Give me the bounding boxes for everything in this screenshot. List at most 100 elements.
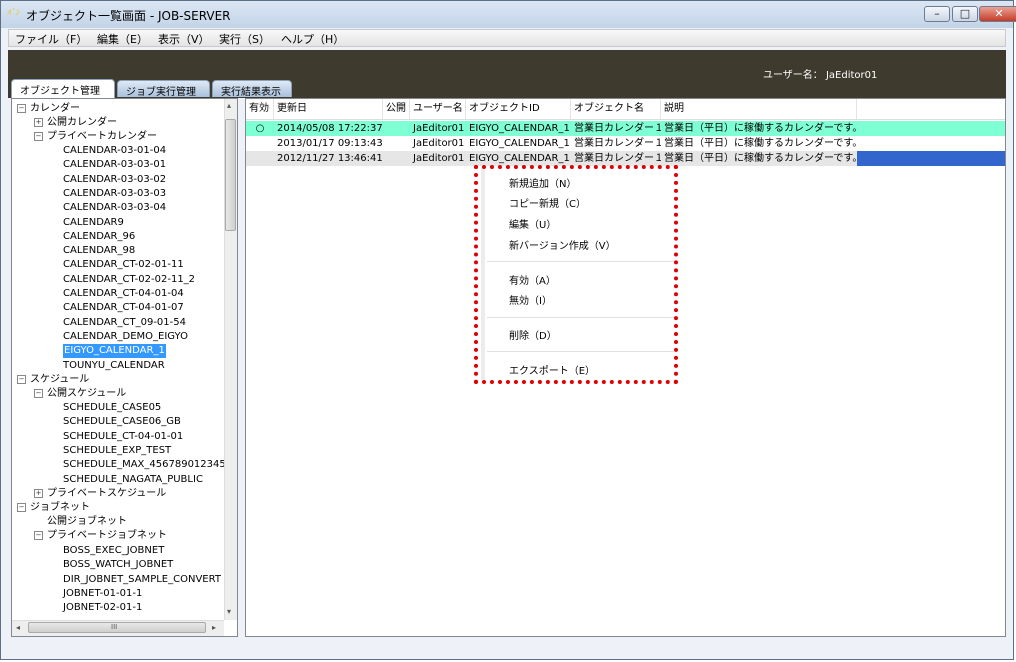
cell-id: EIGYO_CALENDAR_1 <box>469 123 570 134</box>
cell-public <box>383 151 410 166</box>
column-header-description[interactable]: 説明 <box>661 99 857 119</box>
tree-leaf[interactable]: SCHEDULE_NAGATA_PUBLIC <box>63 473 203 487</box>
table-row[interactable]: 2013/01/17 09:13:43 JaEditor01 EIGYO_CALEN… <box>246 136 1005 151</box>
tree-label: カレンダー <box>30 103 80 114</box>
object-tree[interactable]: − カレンダー + 公開カレンダー − プライベートカレンダー CALENDAR-03… <box>11 98 238 637</box>
collapse-icon[interactable]: − <box>34 131 43 141</box>
cell-valid <box>246 151 274 166</box>
cell-id: EIGYO_CALENDAR_1 <box>469 153 570 164</box>
scroll-left-icon[interactable]: ◂ <box>16 623 20 632</box>
tree-leaf[interactable]: BOSS_WATCH_JOBNET <box>63 558 173 572</box>
cell-desc: 営業日（平日）に稼働するカレンダーです。 <box>664 138 861 149</box>
column-header-valid[interactable]: 有効 <box>246 99 274 119</box>
tree-leaf[interactable]: CALENDAR_96 <box>63 230 135 244</box>
status-bar <box>8 640 1006 656</box>
tree-node-public-jobnet[interactable]: 公開ジョブネット <box>47 515 127 529</box>
tree-leaf[interactable]: SCHEDULE_EXP_TEST <box>63 444 171 458</box>
tree-leaf[interactable]: SCHEDULE_MAX_4567890123456 <box>63 458 232 472</box>
tree-leaf[interactable]: CALENDAR-03-03-02 <box>63 173 166 187</box>
tree-leaf[interactable]: SCHEDULE_CT-04-01-01 <box>63 430 183 444</box>
menu-file[interactable]: ファイル（F） <box>15 31 87 47</box>
tree-label: 公開カレンダー <box>47 117 117 128</box>
tab-job-execution[interactable]: ジョブ実行管理 <box>117 80 210 98</box>
tree-leaf[interactable]: TOUNYU_CALENDAR <box>63 359 165 373</box>
menu-edit[interactable]: 編集（E） <box>97 31 148 47</box>
tree-leaf[interactable]: SCHEDULE_CASE06_GB <box>63 415 181 429</box>
cell-updated: 2012/11/27 13:46:41 <box>277 153 383 164</box>
row-selection-bar <box>857 151 1005 166</box>
tree-leaf[interactable]: CALENDAR_CT_09-01-54 <box>63 316 186 330</box>
close-button[interactable]: ✕ <box>979 6 1016 22</box>
expand-icon[interactable]: + <box>34 488 43 498</box>
collapse-icon[interactable]: − <box>34 530 43 540</box>
window-title: オブジェクト一覧画面 - JOB-SERVER <box>26 9 231 23</box>
tree-leaf[interactable]: CALENDAR_CT-02-02-11_2 <box>63 273 195 287</box>
tree-node-private-schedule[interactable]: + プライベートスケジュール <box>34 487 166 501</box>
cell-user: JaEditor01 <box>413 153 465 164</box>
maximize-button[interactable]: □ <box>952 6 978 22</box>
tab-execution-results[interactable]: 実行結果表示 <box>212 80 292 98</box>
tree-leaf[interactable]: DIR_JOBNET_SAMPLE_CONVERT <box>63 573 221 587</box>
cell-public <box>383 121 410 136</box>
tree-node-public-calendar[interactable]: + 公開カレンダー <box>34 116 117 130</box>
scroll-up-icon[interactable]: ▴ <box>227 101 231 110</box>
expand-icon[interactable]: + <box>34 117 43 127</box>
tree-label: スケジュール <box>30 374 90 385</box>
cell-desc: 営業日（平日）に稼働するカレンダーです。 <box>664 153 861 164</box>
tree-leaf[interactable]: CALENDAR_98 <box>63 244 135 258</box>
collapse-icon[interactable]: − <box>17 374 26 384</box>
minimize-button[interactable]: – <box>924 6 950 22</box>
tree-node-private-calendar[interactable]: − プライベートカレンダー <box>34 130 157 144</box>
column-header-object-id[interactable]: オブジェクトID <box>466 99 571 119</box>
tree-node-calendar[interactable]: − カレンダー <box>17 102 80 116</box>
cell-updated: 2014/05/08 17:22:37 <box>277 123 383 134</box>
tree-leaf[interactable]: EIGYO_CALENDAR_1 <box>63 344 166 359</box>
tree-leaf[interactable]: SCHEDULE_CASE05 <box>63 401 161 415</box>
tab-object-management[interactable]: オブジェクト管理 <box>11 79 115 98</box>
collapse-icon[interactable]: − <box>17 103 26 113</box>
menu-view[interactable]: 表示（V） <box>158 31 210 47</box>
column-header-object-name[interactable]: オブジェクト名 <box>571 99 661 119</box>
tree-leaf[interactable]: JOBNET-02-01-1 <box>63 601 142 615</box>
cell-id: EIGYO_CALENDAR_1 <box>469 138 570 149</box>
tree-leaf[interactable]: CALENDAR_CT-02-01-11 <box>63 258 184 272</box>
menu-run[interactable]: 実行（S） <box>219 31 270 47</box>
highlight-border <box>474 165 678 384</box>
tree-vertical-scroll-thumb[interactable] <box>225 119 236 231</box>
tree-leaf[interactable]: CALENDAR-03-03-04 <box>63 201 166 215</box>
tree-label: ジョブネット <box>30 502 90 513</box>
collapse-icon[interactable]: − <box>17 502 26 512</box>
column-header-public[interactable]: 公開 <box>383 99 410 119</box>
tree-leaf[interactable]: JOBNET-01-01-1 <box>63 587 142 601</box>
tree-leaf[interactable]: CALENDAR-03-03-03 <box>63 187 166 201</box>
tree-label: 公開スケジュール <box>47 388 127 399</box>
cell-valid: ○ <box>255 123 265 134</box>
column-header-user[interactable]: ユーザー名 <box>410 99 466 119</box>
tree-node-schedule[interactable]: − スケジュール <box>17 373 89 387</box>
tree-node-jobnet[interactable]: − ジョブネット <box>17 501 90 515</box>
user-name-label: ユーザー名： JaEditor01 <box>763 70 878 81</box>
cell-name: 営業日カレンダー１ <box>574 138 661 149</box>
cell-user: JaEditor01 <box>413 123 465 134</box>
tree-leaf[interactable]: CALENDAR9 <box>63 216 124 230</box>
tree-leaf[interactable]: CALENDAR_CT-04-01-07 <box>63 301 184 315</box>
cell-desc: 営業日（平日）に稼働するカレンダーです。 <box>664 123 861 134</box>
tree-label: プライベートカレンダー <box>47 131 157 142</box>
tree-node-private-jobnet[interactable]: − プライベートジョブネット <box>34 529 167 543</box>
column-header-updated[interactable]: 更新日 <box>274 99 383 119</box>
scroll-right-icon[interactable]: ▸ <box>212 623 216 632</box>
cell-name: 営業日カレンダー１ <box>574 123 661 134</box>
scroll-down-icon[interactable]: ▾ <box>227 607 231 616</box>
collapse-icon[interactable]: − <box>34 388 43 398</box>
menu-help[interactable]: ヘルプ（H） <box>281 31 344 47</box>
app-icon: ﾊﾞﾝ <box>7 8 19 17</box>
cell-valid <box>246 136 274 151</box>
tree-leaf[interactable]: CALENDAR_CT-04-01-04 <box>63 287 184 301</box>
tree-leaf[interactable]: CALENDAR-03-03-01 <box>63 158 166 172</box>
tree-leaf[interactable]: BOSS_EXEC_JOBNET <box>63 544 164 558</box>
tree-node-public-schedule[interactable]: − 公開スケジュール <box>34 387 126 401</box>
table-row[interactable]: 2012/11/27 13:46:41 JaEditor01 EIGYO_CALEN… <box>246 151 1005 166</box>
tree-leaf[interactable]: CALENDAR-03-01-04 <box>63 144 166 158</box>
table-row[interactable]: ○ 2014/05/08 17:22:37 JaEditor01 EIGYO_CALE… <box>246 121 1005 136</box>
tree-leaf[interactable]: CALENDAR_DEMO_EIGYO <box>63 330 188 344</box>
